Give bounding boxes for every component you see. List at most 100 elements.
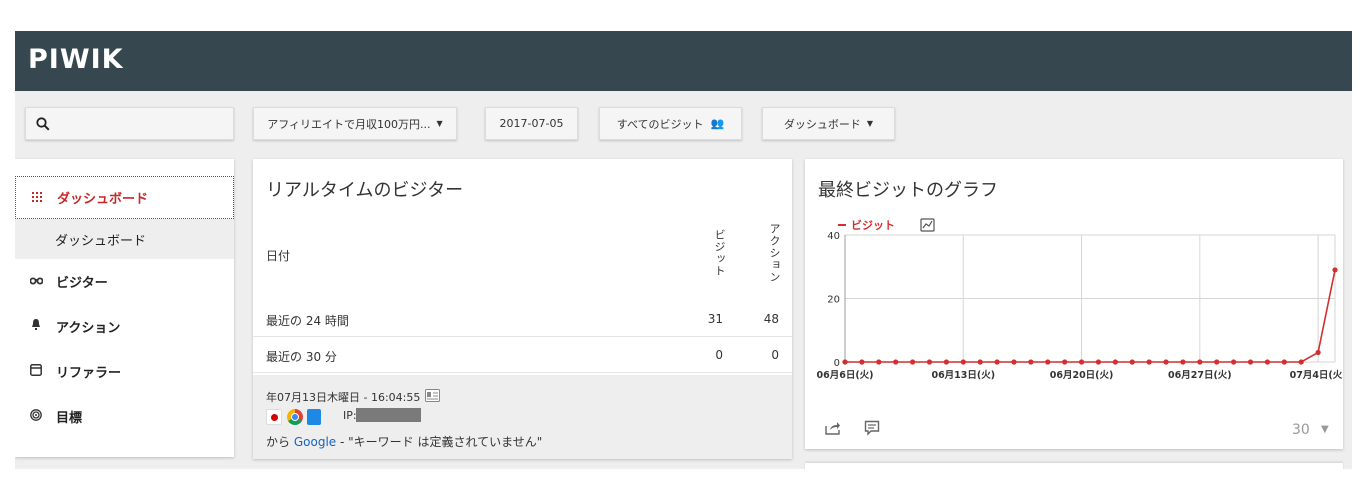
data-point [1028,359,1034,365]
data-point [1011,359,1017,365]
sidebar-item-goals[interactable]: 目標 [15,396,234,436]
sidebar-subitem-dashboard[interactable]: ダッシュボード [15,219,234,259]
visits-graph-widget: 最終ビジットのグラフ 0 20 40 06月6日(火) 06月13日(火) 06月20日(… [805,159,1343,449]
data-point [842,359,848,365]
search-input[interactable] [25,107,234,140]
table-row: 最近の 24 時間 31 48 [253,301,792,337]
caret-down-icon: ▼ [866,119,874,128]
visit-log-entry[interactable]: 年07月13日木曜日 - 16:04:55 IP: から Google - "キ… [253,375,792,459]
top-bar: PIWIK [15,31,1352,91]
sidebar-item-referrers[interactable]: リファラー [15,351,234,391]
japan-flag-icon [266,409,282,425]
data-point [1264,359,1271,365]
table-row: 最近の 30 分 0 0 [253,337,792,373]
data-point [926,359,933,365]
caret-down-icon[interactable]: ▼ [1321,424,1329,435]
piwik-logo[interactable]: PIWIK [28,44,124,75]
column-header-actions: アクション [768,223,781,283]
data-point [1062,359,1068,365]
binoculars-icon [28,274,44,288]
y-tick-label: 20 [827,295,840,306]
ip-label: IP: [343,409,357,422]
dashboard-selector-label: ダッシュボード [783,117,861,131]
annotations-icon[interactable] [864,420,880,440]
data-point [1281,359,1287,365]
realtime-visitors-widget: リアルタイムのビジター 日付 ビジット アクション 最近の 24 時間 31 4… [253,159,792,459]
device-icon [307,409,321,425]
column-header-date: 日付 [266,249,291,263]
date-selector-button[interactable]: 2017-07-05 [485,107,578,140]
data-point [876,359,882,365]
widget-title: リアルタイムのビジター [266,180,464,201]
sidebar-item-label: リファラー [56,365,122,381]
data-point [1163,359,1169,365]
data-point [994,359,1000,365]
data-point [1247,359,1254,365]
chrome-browser-icon [287,409,303,425]
x-tick-label: 06月6日(火) [816,370,873,381]
data-point [1045,359,1051,365]
segment-selector-button[interactable]: すべてのビジット 👥 [599,107,742,140]
browser-window-icon [28,363,44,379]
sidebar-menu: ダッシュボード ダッシュボード ビジター アクション リファラー 目標 [15,159,234,457]
data-point [960,359,966,365]
sidebar-item-label: 目標 [56,410,83,426]
people-icon: 👥 [710,117,725,130]
export-icon[interactable] [825,421,841,439]
row-label: 最近の 30 分 [266,350,337,364]
data-point [1315,349,1321,356]
period-limit-value[interactable]: 30 [1292,422,1310,438]
referrer-line: から Google - "キーワード は定義されていません" [266,433,542,450]
data-point [1332,267,1338,273]
x-tick-label: 07月4日(火) [1290,370,1343,381]
data-point [1095,359,1102,365]
sidebar-item-label: ビジター [56,275,108,291]
data-point [977,359,983,365]
data-point [859,359,865,365]
data-point [909,359,916,365]
referrer-keyword: - "キーワード は定義されていません" [336,435,543,449]
data-point [1112,359,1118,365]
site-selector-button[interactable]: アフィリエイトで月収100万円... ▼ [253,107,457,140]
data-point [1214,359,1220,365]
ip-address-redacted [356,408,421,422]
sidebar-item-actions[interactable]: アクション [15,306,234,346]
site-selector-label: アフィリエイトで月収100万円... [267,117,431,131]
row-visits: 31 [707,312,723,326]
data-point [1231,359,1237,365]
sidebar-item-dashboard[interactable]: ダッシュボード [15,176,234,219]
data-point [893,359,899,365]
dashboard-selector-button[interactable]: ダッシュボード ▼ [762,107,895,140]
graph-type-icon-line [922,220,933,229]
visits-line-chart: 0 20 40 06月6日(火) 06月13日(火) 06月20日(火) 06月27日(火)… [816,218,1343,381]
data-point [1078,359,1085,365]
data-point [1129,359,1135,365]
date-label: 2017-07-05 [499,117,564,130]
row-actions: 0 [771,348,779,362]
y-tick-label: 0 [834,358,840,369]
segment-label: すべてのビジット [616,117,704,131]
data-point [1197,359,1203,365]
sidebar-item-label: アクション [56,320,121,336]
next-widget-edge [805,463,1343,469]
data-point [1298,359,1304,365]
x-tick-label: 06月13日(火) [931,370,995,381]
x-tick-label: 06月27日(火) [1168,370,1232,381]
sidebar-item-label: ダッシュボード [57,192,149,207]
legend-label: ビジット [851,218,895,232]
visitor-profile-icon[interactable] [425,389,440,405]
y-tick-label: 40 [827,231,840,242]
row-actions: 48 [763,312,779,326]
data-point [1146,359,1152,365]
grid-icon [29,191,45,205]
data-point [1180,359,1186,365]
search-icon [36,116,50,131]
row-visits: 0 [715,348,723,362]
x-tick-label: 06月20日(火) [1050,370,1114,381]
target-icon [28,408,44,424]
sidebar-item-visitors[interactable]: ビジター [15,261,234,301]
referrer-prefix: から [266,435,291,449]
bell-icon [28,319,44,333]
column-header-visits: ビジット [713,229,726,277]
referrer-link[interactable]: Google [294,435,336,449]
